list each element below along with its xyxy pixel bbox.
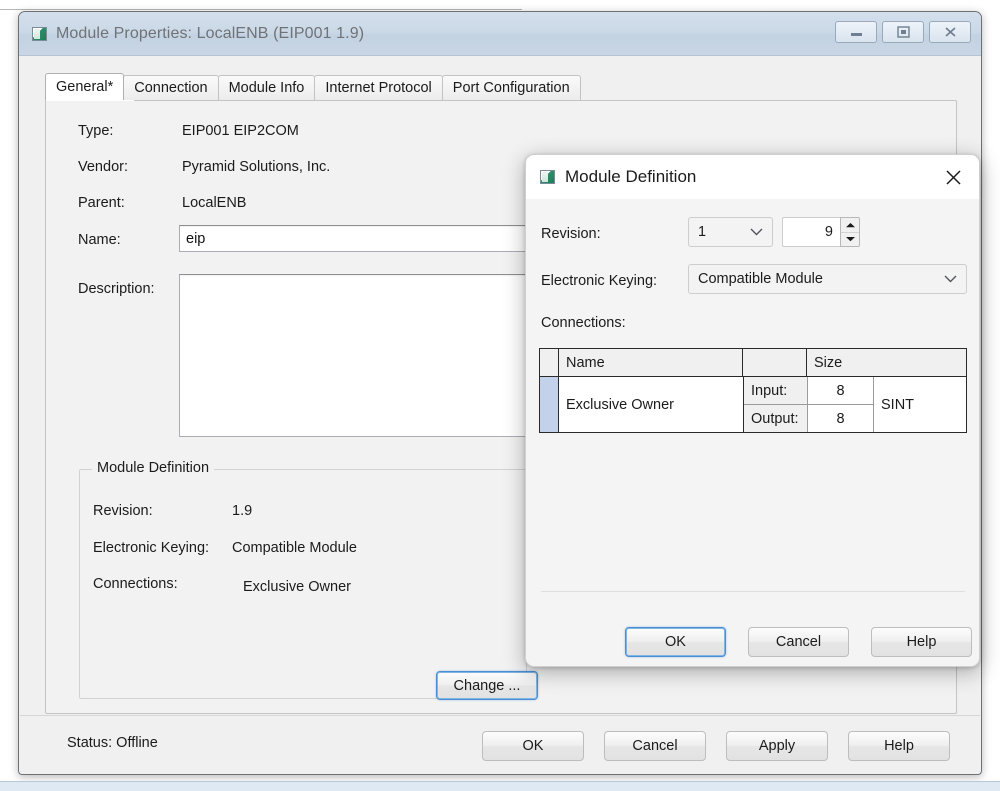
dialog-cancel-button[interactable]: Cancel (748, 627, 849, 657)
bottom-band (0, 781, 1000, 791)
tab-port-configuration[interactable]: Port Configuration (442, 75, 581, 100)
stepper-down-button[interactable] (841, 233, 859, 247)
dialog-title: Module Definition (565, 167, 696, 187)
dialog-close-button[interactable] (933, 161, 973, 193)
close-button[interactable] (929, 21, 971, 43)
electronic-keying-value: Compatible Module (698, 271, 823, 287)
parent-value: LocalENB (182, 195, 246, 211)
chevron-down-icon (944, 271, 957, 287)
vendor-value: Pyramid Solutions, Inc. (182, 159, 330, 175)
restore-button[interactable] (882, 21, 924, 43)
revision-minor-stepper[interactable]: 9 (782, 217, 860, 247)
cell-connection-name: Exclusive Owner (559, 377, 744, 432)
dialog-keying-label: Electronic Keying: (541, 273, 657, 289)
minimize-icon (850, 28, 863, 37)
dialog-ok-button[interactable]: OK (625, 627, 726, 657)
cell-io-labels: Input: Output: (744, 377, 808, 432)
tab-connection[interactable]: Connection (123, 75, 218, 100)
status-bar: Status: Offline OK Cancel Apply Help (20, 715, 980, 773)
group-revision-value: 1.9 (232, 503, 252, 519)
group-keying-label: Electronic Keying: (93, 540, 209, 556)
dialog-help-button[interactable]: Help (871, 627, 972, 657)
status-text: Status: Offline (67, 735, 158, 751)
module-definition-dialog: Module Definition Revision: 1 9 (525, 154, 980, 667)
minimize-button[interactable] (835, 21, 877, 43)
tab-general-label: General* (56, 79, 113, 95)
tab-module-info[interactable]: Module Info (218, 75, 316, 100)
table-row[interactable]: Exclusive Owner Input: Output: 8 8 SINT (540, 377, 966, 432)
revision-minor-value: 9 (825, 224, 833, 240)
revision-major-value: 1 (698, 224, 706, 240)
tab-connection-label: Connection (134, 80, 207, 96)
tab-strip: General* Connection Module Info Internet… (45, 74, 955, 100)
module-icon (32, 27, 47, 41)
column-header-io (743, 349, 807, 376)
cell-output-label: Output: (744, 405, 807, 432)
group-keying-value: Compatible Module (232, 540, 357, 556)
caret-up-icon (845, 222, 856, 228)
dialog-connections-label: Connections: (541, 315, 626, 331)
desktop-backdrop-right (522, 0, 1000, 9)
caret-down-icon (845, 236, 856, 242)
close-icon (944, 26, 957, 38)
dialog-separator (541, 591, 965, 593)
connections-table[interactable]: Name Size Exclusive Owner Input: Output:… (539, 348, 967, 433)
revision-major-select[interactable]: 1 (688, 217, 773, 247)
name-input-value: eip (186, 231, 205, 247)
screen-root: Module Properties: LocalENB (EIP001 1.9) (0, 0, 1000, 791)
footer-button-group: OK Cancel Apply Help (482, 731, 950, 761)
window-titlebar[interactable]: Module Properties: LocalENB (EIP001 1.9) (19, 12, 981, 56)
row-selector-header (540, 349, 559, 376)
description-label: Description: (78, 281, 155, 297)
type-label: Type: (78, 123, 113, 139)
dialog-body: Revision: 1 9 (526, 199, 979, 666)
dialog-titlebar[interactable]: Module Definition (526, 155, 979, 199)
stepper-buttons (840, 217, 860, 247)
table-header-row: Name Size (540, 349, 966, 377)
cell-data-type: SINT (874, 377, 966, 432)
cell-input-size: 8 (808, 377, 873, 405)
help-button[interactable]: Help (848, 731, 950, 761)
parent-label: Parent: (78, 195, 125, 211)
ok-button[interactable]: OK (482, 731, 584, 761)
close-icon (944, 168, 963, 187)
revision-minor-input[interactable]: 9 (782, 217, 840, 247)
dialog-button-group: OK Cancel Help (625, 627, 972, 657)
tab-internet-protocol-label: Internet Protocol (325, 80, 431, 96)
dialog-revision-label: Revision: (541, 226, 601, 242)
tab-port-configuration-label: Port Configuration (453, 80, 570, 96)
change-button[interactable]: Change ... (436, 671, 538, 700)
group-revision-label: Revision: (93, 503, 153, 519)
module-icon (540, 170, 555, 184)
cell-input-label: Input: (744, 377, 807, 405)
window-controls (835, 21, 971, 43)
vendor-label: Vendor: (78, 159, 128, 175)
apply-button[interactable]: Apply (726, 731, 828, 761)
electronic-keying-select[interactable]: Compatible Module (688, 264, 967, 294)
cell-size-values: 8 8 (808, 377, 874, 432)
column-header-size: Size (807, 349, 966, 376)
name-label: Name: (78, 232, 121, 248)
type-value: EIP001 EIP2COM (182, 123, 299, 139)
group-connections-label: Connections: (93, 576, 178, 592)
restore-icon (897, 26, 910, 38)
parent-window-strip (0, 0, 522, 10)
module-definition-group-title: Module Definition (92, 460, 214, 476)
stepper-up-button[interactable] (841, 218, 859, 233)
group-connections-value: Exclusive Owner (243, 579, 351, 595)
cell-output-size: 8 (808, 405, 873, 432)
cancel-button[interactable]: Cancel (604, 731, 706, 761)
tab-general[interactable]: General* (45, 73, 124, 100)
window-title: Module Properties: LocalENB (EIP001 1.9) (56, 25, 364, 43)
tab-module-info-label: Module Info (229, 80, 305, 96)
module-definition-group: Module Definition Revision: 1.9 Electron… (79, 469, 527, 699)
tab-internet-protocol[interactable]: Internet Protocol (314, 75, 442, 100)
row-selector-cell[interactable] (540, 377, 559, 432)
column-header-name: Name (559, 349, 743, 376)
chevron-down-icon (750, 224, 763, 240)
